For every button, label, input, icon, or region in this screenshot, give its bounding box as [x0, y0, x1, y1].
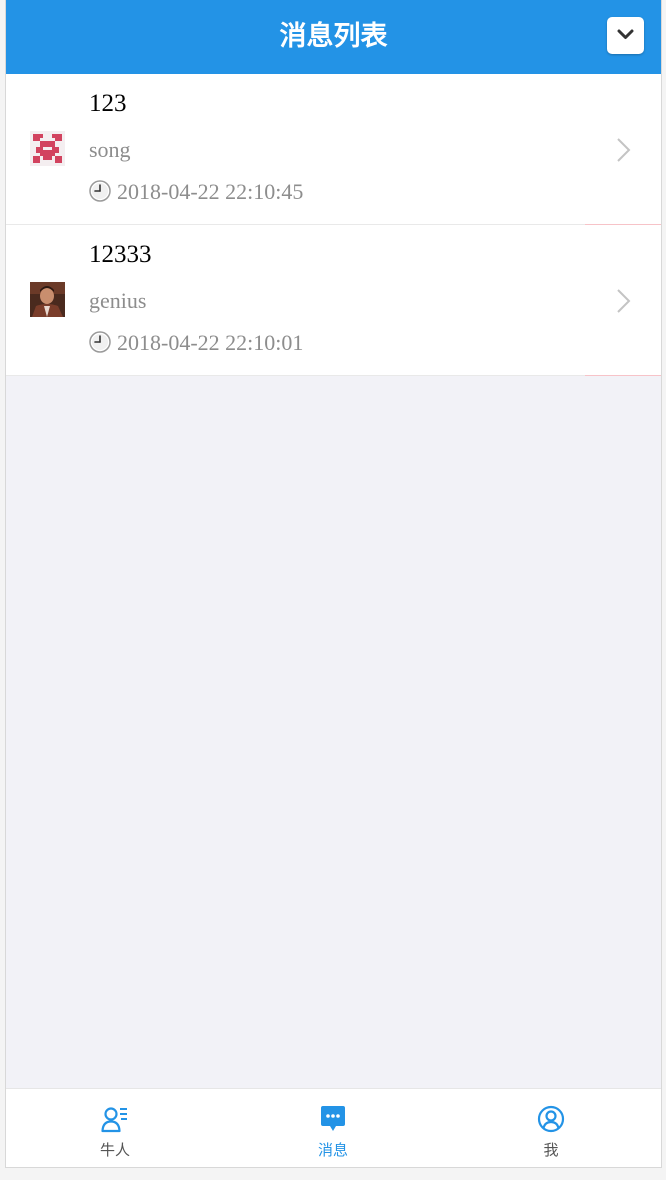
message-timestamp: 2018-04-22 22:10:01: [89, 330, 303, 356]
message-list: 123 song 2018-04-22 22:10:45 12333 geniu…: [6, 74, 661, 376]
dropdown-menu-button[interactable]: [607, 17, 644, 54]
chevron-right-icon: [617, 138, 631, 162]
tab-label: 我: [543, 1141, 559, 1159]
tab-label: 牛人: [99, 1141, 130, 1159]
top-nav-bar: 消息列表: [6, 0, 661, 74]
page-title: 消息列表: [279, 21, 388, 52]
avatar: [30, 131, 65, 166]
tab-me[interactable]: 我: [442, 1089, 660, 1167]
message-list-item[interactable]: 12333 genius 2018-04-22 22:10:01: [6, 225, 661, 376]
clock-icon: [89, 180, 111, 202]
message-title: 123: [89, 90, 127, 117]
tab-talents[interactable]: 牛人: [6, 1089, 224, 1167]
user-circle-icon: [537, 1105, 565, 1133]
message-list-item[interactable]: 123 song 2018-04-22 22:10:45: [6, 74, 661, 225]
bottom-tab-bar: 牛人 消息 我: [6, 1088, 661, 1167]
message-time-text: 2018-04-22 22:10:45: [117, 179, 304, 204]
tab-label: 消息: [317, 1141, 348, 1159]
message-timestamp: 2018-04-22 22:10:45: [89, 179, 303, 205]
portrait-avatar: [30, 282, 65, 317]
chat-bubble-icon: [321, 1106, 345, 1131]
clock-icon: [89, 331, 111, 353]
message-sender: song: [89, 137, 131, 162]
chevron-down-icon: [617, 29, 634, 39]
message-title: 12333: [89, 241, 152, 268]
person-list-icon: [101, 1107, 127, 1133]
message-sender: genius: [89, 288, 147, 313]
app-frame: 消息列表 123 song 2018-04-22 22:10:45 12333 …: [5, 0, 662, 1168]
message-time-text: 2018-04-22 22:10:01: [117, 330, 304, 355]
identicon-avatar: [30, 131, 65, 166]
tab-messages[interactable]: 消息: [224, 1089, 442, 1167]
row-divider-accent: [585, 375, 661, 376]
avatar: [30, 282, 65, 317]
chevron-right-icon: [617, 289, 631, 313]
